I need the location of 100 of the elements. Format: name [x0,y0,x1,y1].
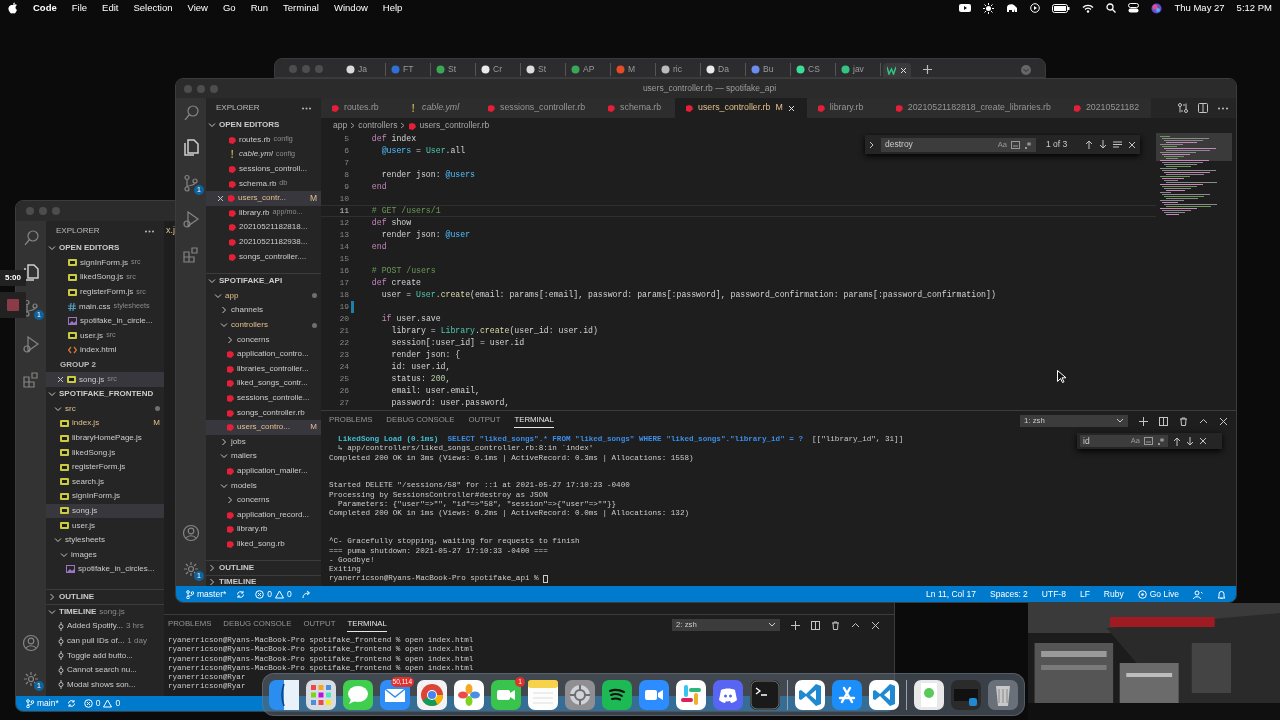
control-center-icon[interactable] [1128,3,1140,13]
problems-indicator[interactable]: 0 0 [255,587,292,601]
bell-icon[interactable] [1217,589,1226,599]
browser-tab[interactable]: Bu [748,63,791,76]
tree-folder[interactable]: concerns [206,492,321,508]
editor-tab[interactable]: users_controller.rb M [675,98,807,118]
down-arrow-circle-icon[interactable] [1021,65,1031,75]
close-icon[interactable] [1199,437,1207,445]
problems-indicator[interactable]: 0 0 [83,697,121,710]
tree-item[interactable]: application_record... [206,507,321,523]
tree-folder[interactable]: stylesheets [46,532,164,548]
go-live-button[interactable]: Go Live [1137,587,1179,601]
regex-icon[interactable] [1024,140,1032,149]
tree-folder[interactable]: models [206,478,321,493]
browser-tab[interactable]: St [523,63,566,76]
run-debug-icon[interactable] [182,210,200,228]
chat-bubble-icon[interactable] [343,679,373,710]
arrow-up-icon[interactable] [1173,436,1181,446]
browser-tab[interactable]: Cr [478,63,521,76]
branch-label[interactable]: master* [197,587,227,601]
editor-tab[interactable]: library.rb [806,98,885,118]
editor-tab[interactable]: 20210521182818_create_libraries.rb [884,98,1063,118]
menu-item[interactable]: Go [222,0,236,16]
timeline-item[interactable]: Toggle add butto... [46,648,164,663]
apple-icon[interactable] [8,2,18,14]
files-icon[interactable] [182,138,200,156]
share-arrow-icon[interactable] [301,589,312,599]
split-icon[interactable] [811,620,820,630]
grid-icon[interactable] [306,679,336,710]
tree-folder[interactable]: controllers [206,317,321,333]
tree-folder[interactable]: channels [206,303,321,318]
tree-item[interactable]: spotifake_in_circles... [46,562,164,577]
menu-item[interactable]: File [71,0,88,16]
open-editor-item[interactable]: 20210521182818... [206,220,321,235]
split-tile-icon[interactable] [269,679,299,710]
browser-tab[interactable]: FT [388,63,431,76]
timeline-item[interactable]: Modal shows son... [46,677,164,693]
date-label[interactable]: Thu May 27 [1174,0,1225,16]
status-item[interactable]: Spaces: 2 [990,587,1028,601]
arrow-down-icon[interactable] [1186,436,1194,446]
split-editor-icon[interactable] [1198,103,1208,113]
files-icon[interactable] [22,263,40,281]
timeline-item[interactable]: Cannot search nu... [46,662,164,678]
tree-folder[interactable]: src [46,401,164,417]
search-icon[interactable] [1106,3,1117,13]
section-header[interactable]: TIMELINE song.js [46,604,164,620]
editor-tab[interactable]: schema.rb [597,98,676,118]
sync-icon[interactable] [66,699,76,708]
account-icon[interactable] [22,634,40,652]
extensions-icon[interactable] [182,246,200,264]
close-icon[interactable] [217,194,224,202]
open-editor-item[interactable]: index.html [46,343,164,358]
close-icon[interactable] [787,104,795,112]
menu-item[interactable]: Selection [133,0,173,16]
tree-item[interactable]: signInForm.js [46,489,164,504]
plus-icon[interactable] [791,620,800,630]
plus-icon[interactable] [923,65,932,74]
gear-icon[interactable] [565,679,595,710]
window-thumbnail-icon[interactable] [951,679,981,710]
wifi-icon[interactable] [1082,3,1095,13]
breadcrumb[interactable]: app [333,119,348,132]
tree-item[interactable]: search.js [46,474,164,490]
arrow-down-icon[interactable] [1099,140,1107,149]
close-icon[interactable] [57,376,64,384]
close-icon[interactable] [1219,416,1228,426]
open-editor-item[interactable]: users_contr... M [206,190,321,206]
settings-icon[interactable] [22,670,40,688]
settings-icon[interactable] [182,560,200,578]
open-editor-item[interactable]: 20210521182938... [206,234,321,250]
menu-item[interactable]: Window [334,0,368,16]
browser-tab[interactable]: jav [838,63,881,76]
editor-tab[interactable]: routes.rb [321,98,399,118]
match-word-icon[interactable] [1011,140,1020,149]
close-icon[interactable] [900,66,907,74]
more-icon[interactable] [1218,106,1228,110]
tree-item[interactable]: application_mailer... [206,463,321,479]
menu-item[interactable]: View [187,0,208,16]
more-icon[interactable] [302,106,311,110]
tree-folder[interactable]: app [206,288,321,304]
chevron-up-icon[interactable] [851,620,860,630]
menu-item[interactable]: Code [33,0,57,16]
tree-item[interactable]: user.js [46,518,164,533]
status-item[interactable]: UTF-8 [1041,587,1066,601]
compare-changes-icon[interactable] [1178,103,1188,113]
close-icon[interactable] [871,620,880,630]
source-control-icon[interactable] [182,174,200,192]
editor-tab[interactable]: sessions_controller.rb [477,98,598,118]
menu-item[interactable]: Terminal [283,0,319,16]
menu-item[interactable]: Help [382,0,403,16]
browser-tab[interactable]: Ja [343,63,386,76]
terminal-icon[interactable] [750,679,780,710]
orb-icon[interactable] [1151,2,1163,14]
chevron-up-icon[interactable] [1199,416,1208,426]
section-header[interactable]: OUTLINE [46,589,164,604]
tree-item[interactable]: liked_songs_contr... [206,376,321,391]
section-header[interactable]: SPOTIFAKE_FRONTEND [46,386,164,402]
tree-item[interactable]: likedSong.js [46,445,164,460]
tree-item[interactable]: sessions_controlle... [206,390,321,406]
sync-icon[interactable] [236,589,246,599]
editor-tab[interactable]: cable.yml [399,98,477,118]
